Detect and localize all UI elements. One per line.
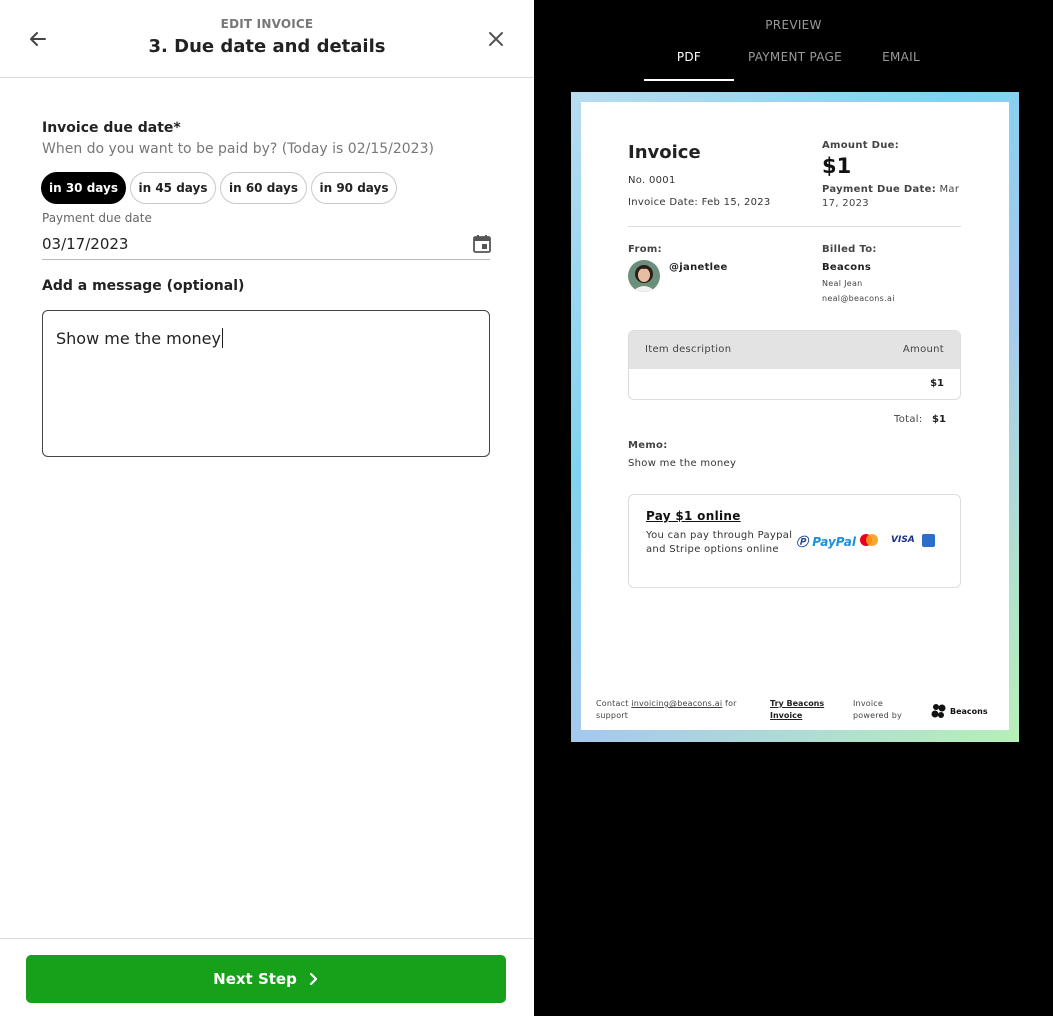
tab-pdf[interactable]: PDF: [644, 50, 734, 64]
footer-contact: Contact invoicing@beacons.ai for support: [596, 699, 737, 720]
amount-due-value: $1: [822, 154, 852, 178]
avatar: [628, 260, 660, 292]
amex-icon: [922, 534, 935, 547]
due-date-hint: When do you want to be paid by? (Today i…: [42, 141, 434, 157]
billed-name: Neal Jean: [822, 279, 863, 288]
option-60-days[interactable]: in 60 days: [220, 172, 307, 204]
edit-panel: EDIT INVOICE 3. Due date and details Inv…: [0, 0, 534, 1016]
table-row-amount: $1: [930, 378, 944, 389]
try-beacons-link[interactable]: Try Beacons Invoice: [770, 698, 836, 722]
pay-online-title[interactable]: Pay $1 online: [646, 509, 741, 523]
powered-by-text: Invoice powered by: [853, 699, 902, 720]
message-textarea[interactable]: Show me the money: [42, 310, 490, 457]
option-30-days[interactable]: in 30 days: [41, 172, 126, 204]
beacons-logo-icon: [931, 704, 946, 718]
text-caret: [221, 328, 223, 348]
message-text: Show me the money: [56, 329, 221, 348]
message-label: Add a message (optional): [42, 278, 245, 294]
page-title: 3. Due date and details: [148, 36, 386, 57]
payment-due-date-input[interactable]: 03/17/2023: [42, 232, 490, 260]
invoice-number: No. 0001: [628, 175, 676, 186]
from-label: From:: [628, 244, 662, 255]
tab-email[interactable]: EMAIL: [866, 50, 936, 64]
from-handle: @janetlee: [669, 262, 728, 273]
amount-due-label: Amount Due:: [822, 140, 900, 151]
option-45-days[interactable]: in 45 days: [130, 172, 216, 204]
visa-icon: VISA: [891, 535, 915, 545]
billed-company: Beacons: [822, 262, 872, 273]
items-table: Item description Amount $1: [628, 330, 961, 400]
memo-label: Memo:: [628, 440, 668, 451]
item-description-header: Item description: [645, 344, 732, 355]
invoice-preview-frame: Invoice No. 0001 Invoice Date: Feb 15, 2…: [571, 92, 1019, 742]
billed-to-label: Billed To:: [822, 244, 877, 255]
option-90-days[interactable]: in 90 days: [311, 172, 397, 204]
total-label: Total:: [894, 414, 923, 425]
billed-email: neal@beacons.ai: [822, 294, 895, 303]
payment-due-date: Payment Due Date: Mar 17, 2023: [822, 184, 960, 209]
tab-payment-page[interactable]: PAYMENT PAGE: [740, 50, 850, 64]
next-step-label: Next Step: [213, 970, 297, 988]
invoice-title: Invoice: [628, 142, 701, 163]
active-tab-indicator: [644, 79, 734, 81]
total-value: $1: [932, 414, 946, 425]
table-header: Item description Amount: [629, 331, 960, 369]
support-email-link[interactable]: invoicing@beacons.ai: [631, 699, 722, 708]
amount-header: Amount: [902, 344, 944, 355]
beacons-logo: Beacons: [931, 703, 988, 719]
chevron-right-icon: [309, 972, 317, 986]
payment-due-date-label: Payment due date: [42, 211, 152, 225]
preview-label: PREVIEW: [765, 18, 822, 32]
header-divider: [628, 226, 961, 227]
pay-online-box: Pay $1 online You can pay through Paypal…: [628, 494, 961, 588]
due-date-label: Invoice due date*: [42, 120, 181, 136]
paypal-logo-icon: Ⓟ PayPal: [796, 535, 857, 549]
mastercard-icon: [860, 534, 878, 546]
calendar-icon[interactable]: [472, 234, 492, 254]
invoice-date: Invoice Date: Feb 15, 2023: [628, 197, 771, 208]
close-icon[interactable]: [486, 29, 506, 49]
invoice-document: Invoice No. 0001 Invoice Date: Feb 15, 2…: [581, 102, 1009, 730]
next-step-button[interactable]: Next Step: [26, 955, 506, 1003]
header-subtitle: EDIT INVOICE: [220, 17, 314, 31]
editor-header: EDIT INVOICE 3. Due date and details: [0, 0, 534, 78]
pay-online-description: You can pay through Paypal and Stripe op…: [646, 530, 793, 555]
footer-divider: [0, 938, 534, 939]
memo-value: Show me the money: [628, 458, 737, 469]
